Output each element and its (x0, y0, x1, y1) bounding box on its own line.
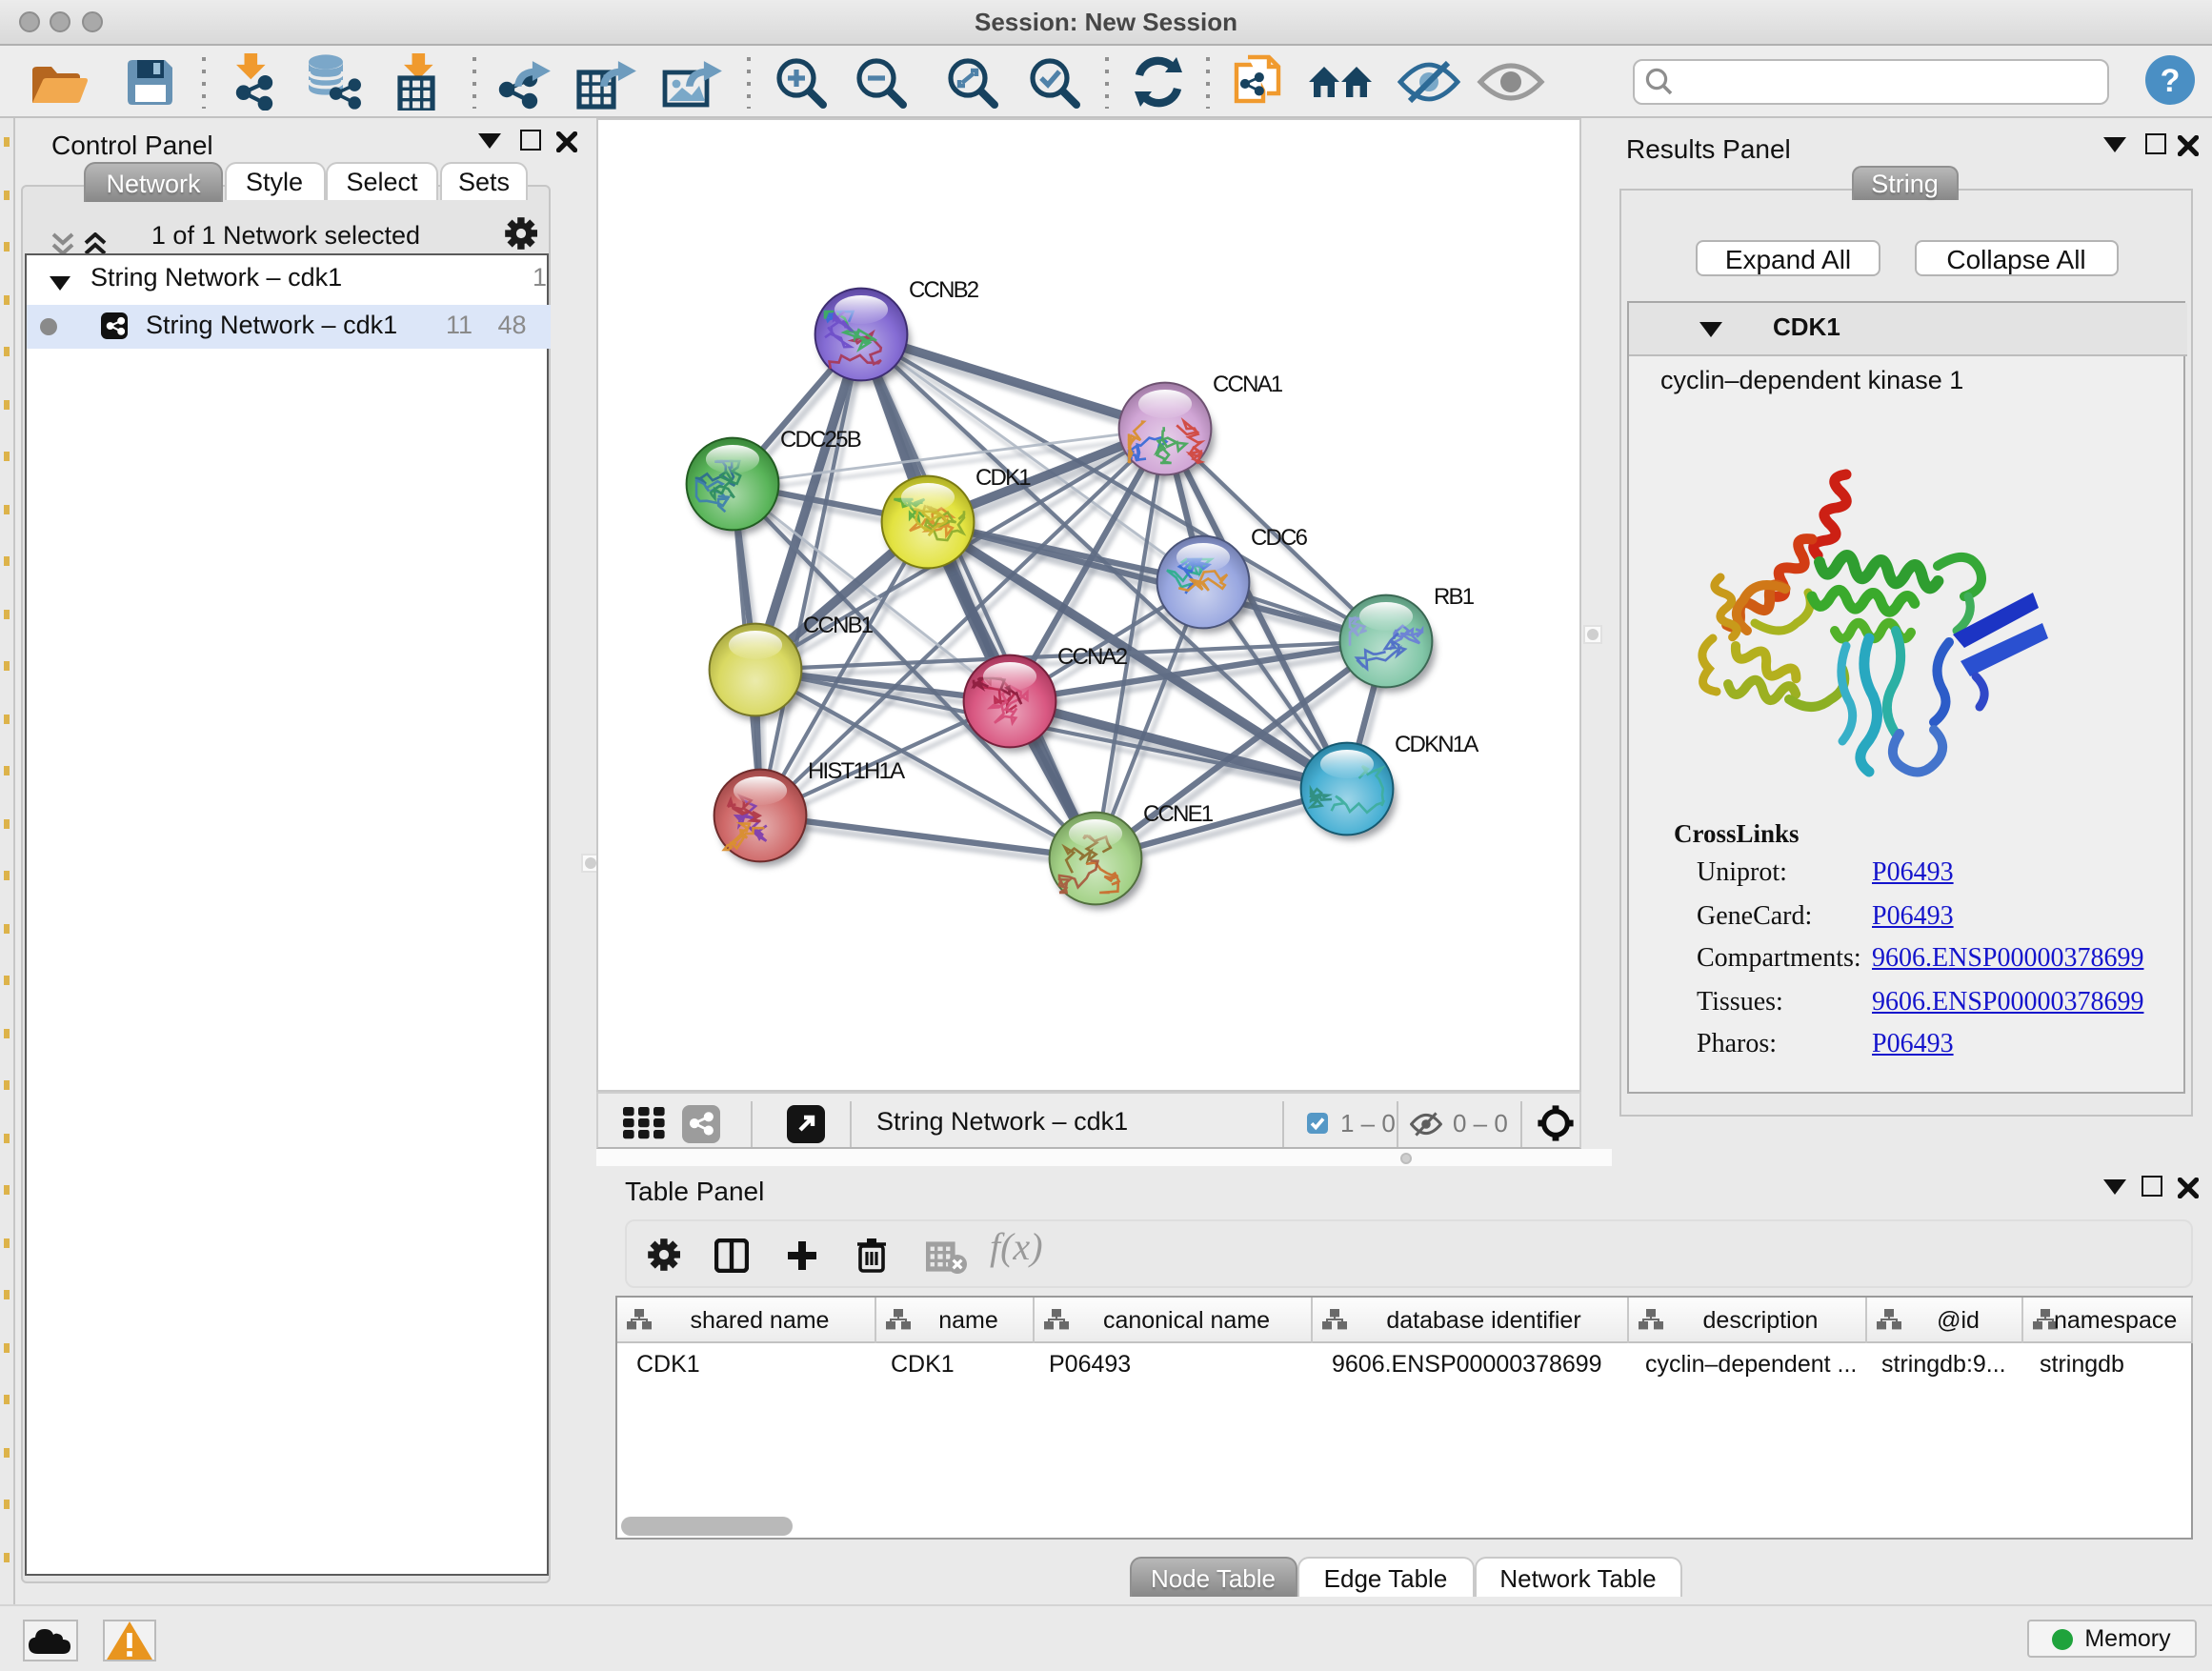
svg-text:CDC6: CDC6 (1251, 525, 1308, 551)
svg-text:CCNB1: CCNB1 (803, 613, 874, 638)
svg-text:CDKN1A: CDKN1A (1395, 732, 1478, 757)
svg-text:CCNA2: CCNA2 (1057, 644, 1128, 670)
svg-text:CDC25B: CDC25B (780, 427, 861, 453)
svg-text:CCNE1: CCNE1 (1143, 801, 1214, 827)
svg-text:CCNB2: CCNB2 (909, 277, 979, 303)
svg-text:RB1: RB1 (1434, 584, 1475, 610)
svg-text:HIST1H1A: HIST1H1A (808, 758, 905, 784)
svg-text:CCNA1: CCNA1 (1213, 372, 1283, 397)
svg-text:?: ? (2161, 63, 2181, 99)
svg-text:CDK1: CDK1 (975, 465, 1031, 491)
